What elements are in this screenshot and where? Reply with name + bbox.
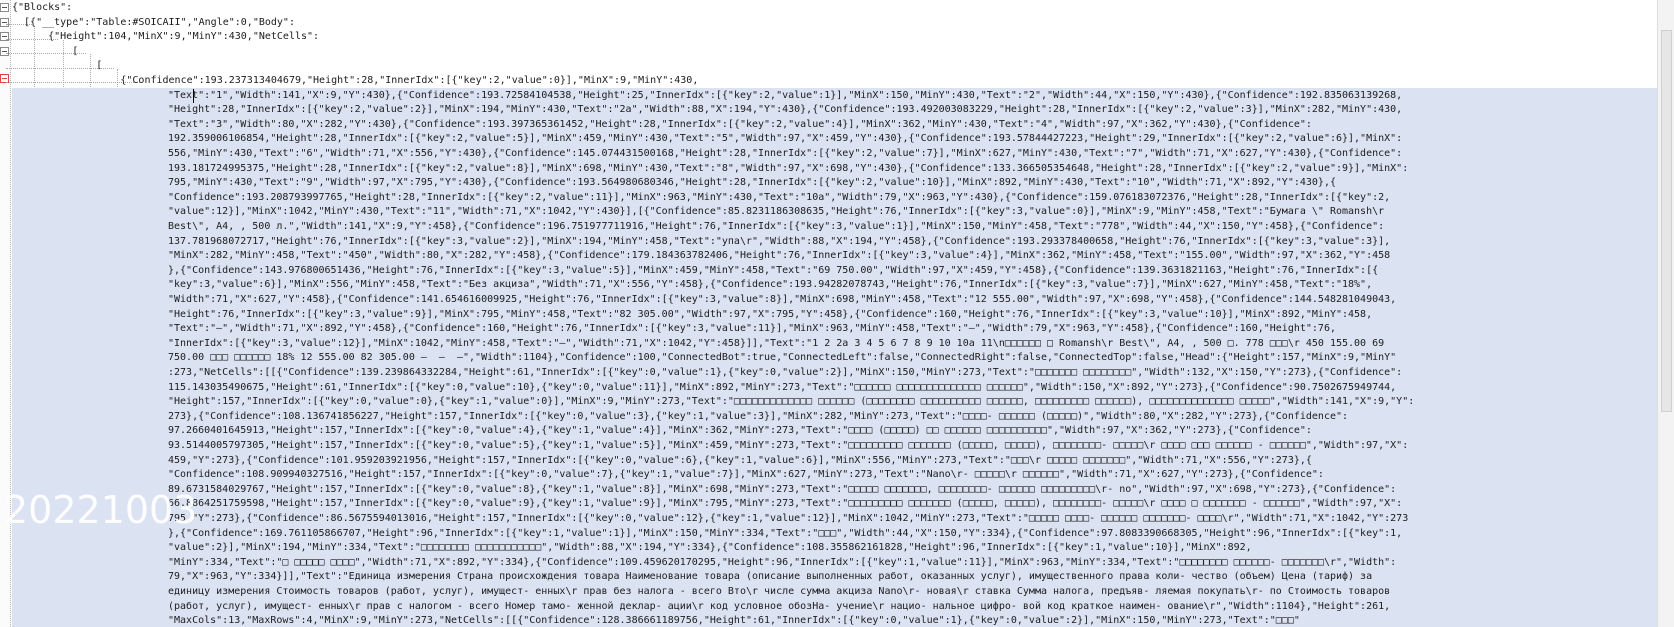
code-line[interactable]: (работ, услуг), имущест- енных\r прав с … xyxy=(168,600,1390,615)
code-line[interactable]: {"Height":104,"MinX":9,"MinY":430,"NetCe… xyxy=(12,30,319,45)
code-line[interactable]: 115.143035490675,"Height":61,"InnerIdx":… xyxy=(168,381,1396,396)
code-line[interactable]: "key":3,"value":6}],"MinX":556,"MinY":45… xyxy=(168,278,1372,293)
code-line[interactable]: "Text":"3","Width":80,"X":282,"Y":430},{… xyxy=(168,118,1312,133)
code-line[interactable]: 795,"Y":273},{"Confidence":86.5675594013… xyxy=(168,512,1408,527)
code-line[interactable]: "value":2}],"MinX":194,"MinY":334,"Text"… xyxy=(168,541,1252,556)
fold-toggle-icon[interactable] xyxy=(0,3,9,12)
code-line[interactable]: 93.5144005797305,"Height":157,"InnerIdx"… xyxy=(168,439,1408,454)
vertical-scrollbar[interactable] xyxy=(1657,0,1674,627)
code-line[interactable]: {"Blocks": xyxy=(12,1,72,16)
json-editor[interactable]: {"Blocks": [{"__type":"Table:#SOICAII","… xyxy=(0,0,1658,627)
code-line[interactable]: },{"Confidence":169.761105866707,"Height… xyxy=(168,527,1402,542)
code-line[interactable]: "Confidence":108.909940327516,"Height":1… xyxy=(168,468,1324,483)
code-line[interactable]: 97.2660401645913,"Height":157,"InnerIdx"… xyxy=(168,424,1312,439)
code-line[interactable]: 137.781968072717,"Height":76,"InnerIdx":… xyxy=(168,235,1390,250)
code-line[interactable]: 89.6731584029767,"Height":157,"InnerIdx"… xyxy=(168,483,1396,498)
code-line[interactable]: "MaxCols":13,"MaxRows":4,"MinX":9,"MinY"… xyxy=(168,614,1300,627)
code-line[interactable]: [ xyxy=(12,59,102,74)
code-line[interactable]: "MinY":334,"Text":"□ □□□□□ □□□□","Width"… xyxy=(168,556,1396,571)
code-line[interactable]: "value":12}],"MinX":1042,"MinY":430,"Tex… xyxy=(168,205,1384,220)
code-line[interactable]: "Width":71,"X":627,"Y":458},{"Confidence… xyxy=(168,293,1396,308)
code-line[interactable]: Best\", A4, , 500 л.","Width":141,"X":9,… xyxy=(168,220,1384,235)
code-line[interactable]: "MinX":282,"MinY":458,"Text":"450","Widt… xyxy=(168,249,1390,264)
code-line[interactable]: "InnerIdx":[{"key":3,"value":12}],"MinX"… xyxy=(168,337,1384,352)
code-line[interactable]: 66.8864251759598,"Height":157,"InnerIdx"… xyxy=(168,497,1402,512)
code-line[interactable]: "Text":"–","Width":71,"X":892,"Y":458},{… xyxy=(168,322,1336,337)
code-line[interactable]: {"Confidence":193.237313404679,"Height":… xyxy=(12,74,698,89)
code-line[interactable]: 750.00 □□□ □□□□□□ 18% 12 555.00 82 305.0… xyxy=(168,351,1396,366)
code-line[interactable]: 556,"MinY":430,"Text":"6","Width":71,"X"… xyxy=(168,147,1402,162)
code-line[interactable]: "Confidence":193.208793997765,"Height":2… xyxy=(168,191,1390,206)
code-line[interactable]: 79,"X":963,"Y":334}]],"Text":"Единица из… xyxy=(168,570,1372,585)
code-line[interactable]: 193.181724995375,"Height":28,"InnerIdx":… xyxy=(168,162,1408,177)
code-line[interactable]: "Height":28,"InnerIdx":[{"key":2,"value"… xyxy=(168,103,1402,118)
code-line[interactable]: 273},{"Confidence":108.136741856227,"Hei… xyxy=(168,410,1348,425)
code-line[interactable]: "Text":"1","Width":141,"X":9,"Y":430},{"… xyxy=(168,89,1402,104)
code-line[interactable]: [{"__type":"Table:#SOICAII","Angle":0,"B… xyxy=(12,16,295,31)
code-line[interactable]: :273,"NetCells":[[{"Confidence":139.2398… xyxy=(168,366,1402,381)
fold-toggle-icon[interactable] xyxy=(0,18,9,27)
code-line[interactable]: единицу измерения Стоимость товаров (раб… xyxy=(168,585,1390,600)
code-line[interactable]: "Height":76,"InnerIdx":[{"key":3,"value"… xyxy=(168,308,1372,323)
code-line[interactable]: "Height":157,"InnerIdx":[{"key":0,"value… xyxy=(168,395,1414,410)
date-watermark: 20221003 xyxy=(4,488,198,532)
scrollbar-thumb[interactable] xyxy=(1661,30,1672,412)
code-line[interactable]: 192.359006106854,"Height":28,"InnerIdx":… xyxy=(168,132,1402,147)
code-line[interactable]: 459,"Y":273},{"Confidence":101.959203921… xyxy=(168,454,1312,469)
code-line[interactable]: [ xyxy=(12,45,78,60)
code-line[interactable]: },{"Confidence":143.976800651436,"Height… xyxy=(168,264,1378,279)
text-caret xyxy=(193,89,194,103)
fold-toggle-icon[interactable] xyxy=(0,47,9,56)
code-line[interactable]: 795,"MinY":430,"Text":"9","Width":97,"X"… xyxy=(168,176,1336,191)
